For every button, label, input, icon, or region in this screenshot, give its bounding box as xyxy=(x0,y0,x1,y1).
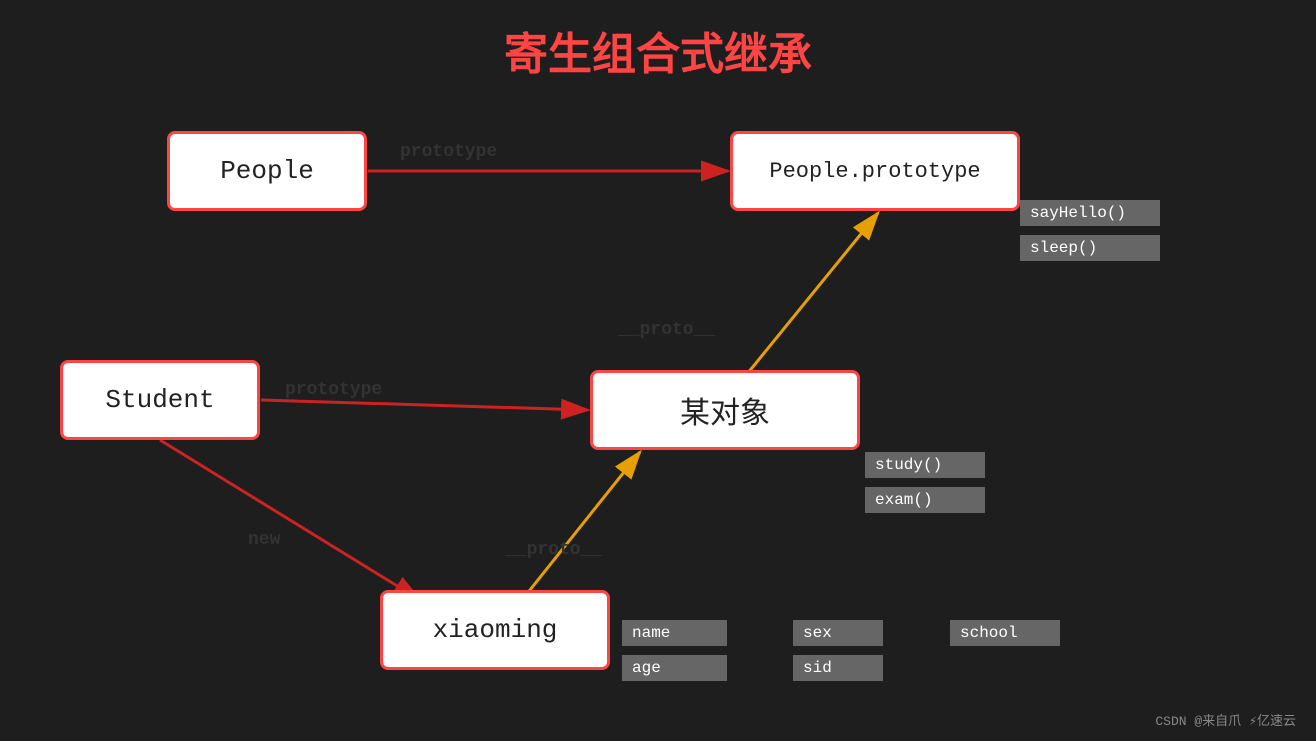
page-title: 寄生组合式继承 xyxy=(504,18,812,83)
people-prototype-label: People.prototype xyxy=(769,159,980,184)
people-box: People xyxy=(167,131,367,211)
some-obj-label: 某对象 xyxy=(680,388,770,433)
sleep-label: sleep() xyxy=(1020,235,1160,261)
watermark-text: CSDN @来自爪 xyxy=(1155,710,1241,729)
student-box: Student xyxy=(60,360,260,440)
new-arrow-label: new xyxy=(248,530,280,550)
xiaoming-box: xiaoming xyxy=(380,590,610,670)
canvas: 寄生组合式继承 People People.prototype xyxy=(0,0,1316,741)
some-obj-box: 某对象 xyxy=(590,370,860,450)
exam-label: exam() xyxy=(865,487,985,513)
watermark: CSDN @来自爪 ⚡亿速云 xyxy=(1155,710,1296,729)
proto-arrow-label-2: __proto__ xyxy=(618,320,715,340)
sid-label: sid xyxy=(793,655,883,681)
sex-label: sex xyxy=(793,620,883,646)
school-label: school xyxy=(950,620,1060,646)
prototype-arrow-label-1: prototype xyxy=(400,142,497,162)
watermark-icon: ⚡亿速云 xyxy=(1249,710,1296,729)
sayHello-label: sayHello() xyxy=(1020,200,1160,226)
age-label: age xyxy=(622,655,727,681)
name-label: name xyxy=(622,620,727,646)
study-label: study() xyxy=(865,452,985,478)
student-label: Student xyxy=(105,385,214,415)
prototype-arrow-label-2: prototype xyxy=(285,380,382,400)
people-prototype-box: People.prototype xyxy=(730,131,1020,211)
people-label: People xyxy=(220,156,314,186)
proto-arrow-label-4: __proto__ xyxy=(505,540,602,560)
xiaoming-label: xiaoming xyxy=(433,615,558,645)
